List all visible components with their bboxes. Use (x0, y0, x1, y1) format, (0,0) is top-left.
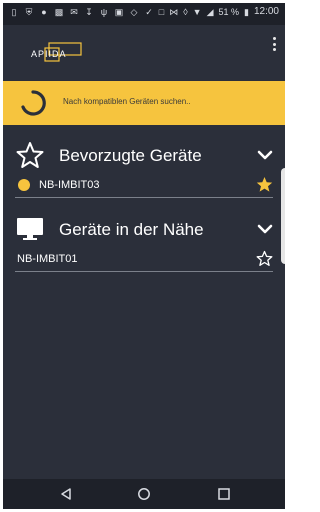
star-outline-icon[interactable] (256, 250, 273, 267)
search-banner: Nach kompatiblen Geräten suchen.. (3, 81, 285, 125)
device-name: NB-IMBIT01 (17, 253, 78, 265)
star-outline-icon (16, 142, 44, 168)
nearby-title: Geräte in der Nähe (59, 220, 204, 239)
check-icon: ✓ (145, 7, 153, 17)
clock: 12:00 (253, 6, 279, 17)
download-icon: ↧ (85, 7, 93, 17)
home-icon[interactable] (137, 487, 151, 501)
screenshot-icon: □ (158, 7, 165, 17)
keyboard-icon: ▩ (54, 7, 64, 17)
loading-spinner-icon (21, 90, 46, 116)
device-row-nearby[interactable]: NB-IMBIT01 (15, 247, 273, 272)
navigation-bar (3, 479, 285, 509)
star-filled-icon[interactable] (256, 176, 273, 193)
globe-icon: ● (41, 7, 47, 17)
battery-icon: ▮ (244, 7, 249, 17)
usb-icon: ψ (100, 7, 108, 17)
edge-panel-handle[interactable] (281, 168, 285, 264)
back-icon[interactable] (59, 487, 73, 501)
system-icons: □ ⋈ ◊ ▼ ◢ 51 % ▮ 12:00 (158, 6, 279, 18)
nearby-header[interactable]: Geräte in der Nähe (3, 209, 285, 249)
notification-icons: ▯ ⛨ ● ▩ ✉ ↧ ψ ▣ ◇ ✓ (9, 7, 154, 17)
phone-vibrate-icon: ▯ (11, 7, 17, 17)
favorites-title: Bevorzugte Geräte (59, 146, 202, 165)
status-bar: ▯ ⛨ ● ▩ ✉ ↧ ψ ▣ ◇ ✓ □ ⋈ ◊ ▼ ◢ 51 % ▮ 12:… (3, 3, 285, 25)
svg-text:APIIDA: APIIDA (31, 49, 67, 59)
battery-level: 51 % (218, 7, 240, 17)
no-sim-icon: ◇ (130, 7, 138, 17)
signal-icon: ◢ (206, 7, 214, 17)
chevron-down-icon[interactable] (257, 223, 273, 235)
search-status-text: Nach kompatiblen Geräten suchen.. (63, 97, 191, 106)
apiida-logo: APIIDA (31, 42, 82, 62)
device-name: NB-IMBIT03 (39, 179, 100, 191)
mail-icon: ✉ (70, 7, 78, 17)
app-bar: APIIDA (3, 25, 285, 77)
chevron-down-icon[interactable] (257, 149, 273, 161)
mute-icon: ◊ (183, 7, 188, 17)
monitor-icon (17, 218, 43, 240)
shield-icon: ⛨ (25, 7, 33, 17)
wifi-icon: ▼ (192, 7, 202, 17)
app-screen: ▯ ⛨ ● ▩ ✉ ↧ ψ ▣ ◇ ✓ □ ⋈ ◊ ▼ ◢ 51 % ▮ 12:… (3, 3, 285, 509)
record-icon: ▣ (114, 7, 124, 17)
bluetooth-icon: ⋈ (169, 7, 179, 17)
device-row-favorite[interactable]: NB-IMBIT03 (15, 173, 273, 198)
overflow-menu-icon[interactable] (271, 37, 277, 51)
device-status-dot (18, 179, 30, 191)
favorites-header[interactable]: Bevorzugte Geräte (3, 135, 285, 175)
recents-icon[interactable] (217, 487, 231, 501)
